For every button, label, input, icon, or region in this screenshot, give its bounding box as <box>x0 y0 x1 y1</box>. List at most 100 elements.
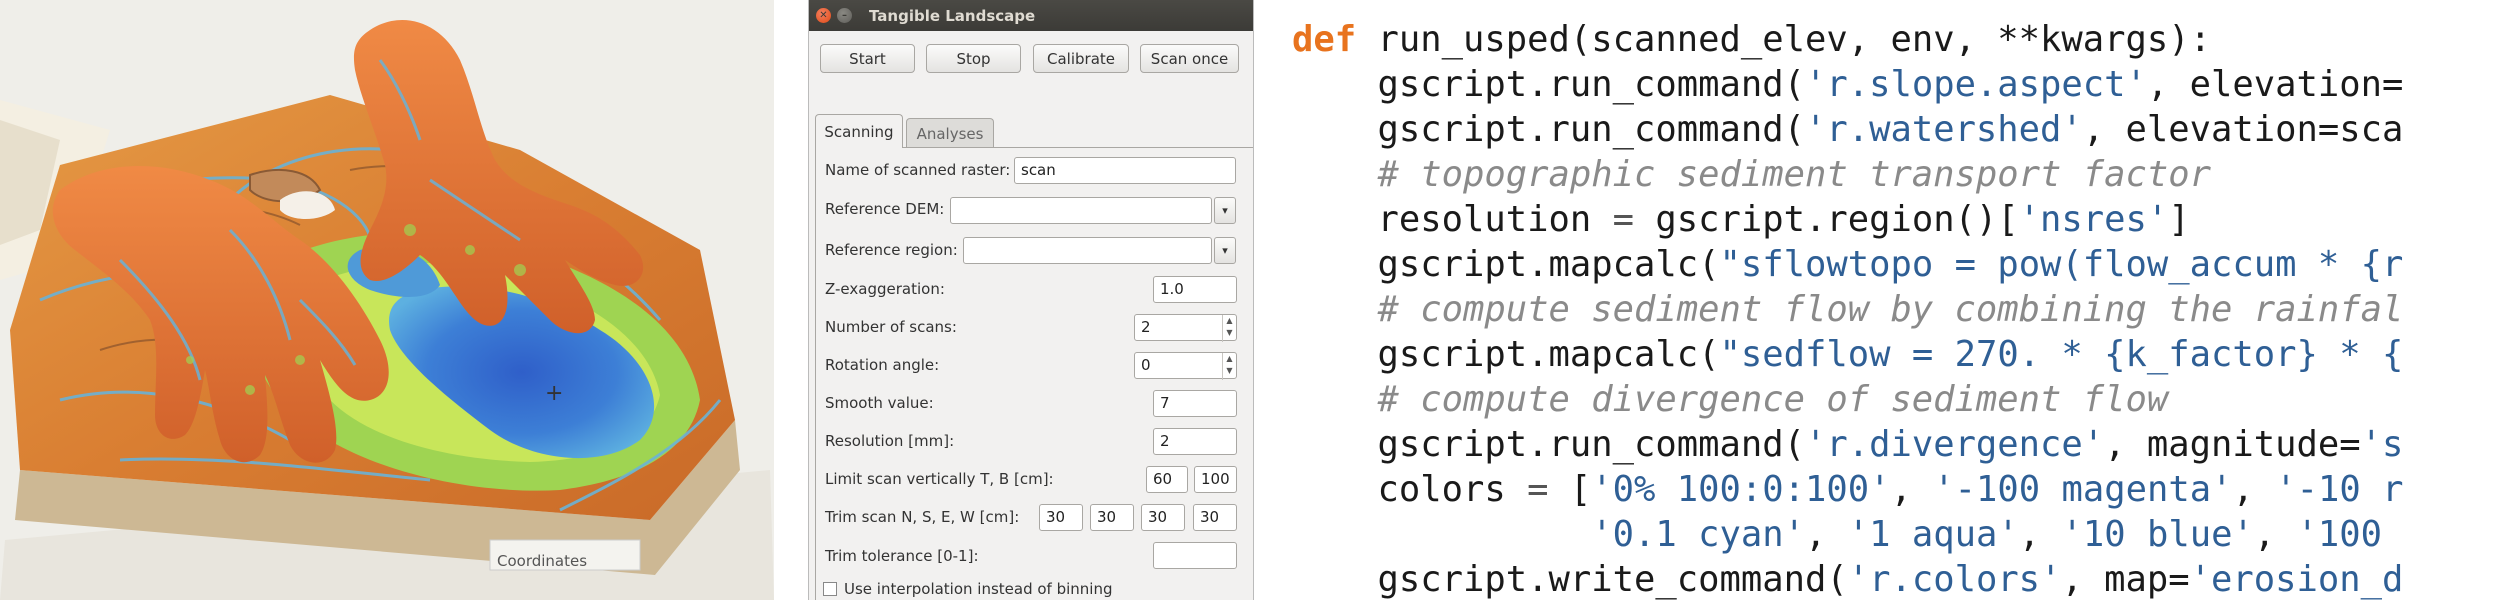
code-line: gscript.run_command('r.divergence', magn… <box>1292 422 2403 467</box>
code-comment: # topographic sediment transport factor <box>1292 154 2212 195</box>
code-text: , map= <box>2061 559 2190 600</box>
code-string: 'r.colors' <box>1847 559 2062 600</box>
code-string: 'r.watershed' <box>1804 109 2083 150</box>
code-text: run_usped(scanned_elev, env, **kwargs): <box>1356 19 2212 60</box>
trim-tolerance-input[interactable] <box>1153 542 1237 569</box>
resolution-label: Resolution [mm]: <box>825 432 955 450</box>
minimize-window-button[interactable]: – <box>837 8 852 23</box>
limit-scan-top-input[interactable]: 60 <box>1146 466 1188 493</box>
code-line: # compute sediment flow by combining the… <box>1292 287 2403 332</box>
calibrate-button[interactable]: Calibrate <box>1033 44 1129 73</box>
trim-scan-west-input[interactable]: 30 <box>1193 504 1237 531</box>
resolution-input[interactable]: 2 <box>1153 428 1237 455</box>
code-text: gscript.write_command( <box>1292 559 1848 600</box>
code-text: , <box>2018 514 2062 555</box>
code-string: 'nsres' <box>2018 199 2169 240</box>
scanned-raster-input[interactable]: scan <box>1014 157 1236 184</box>
z-exaggeration-label: Z-exaggeration: <box>825 280 945 298</box>
code-string: '-10 r <box>2275 469 2404 510</box>
code-string: 'r.divergence' <box>1804 424 2105 465</box>
interpolation-checkbox[interactable] <box>823 582 837 596</box>
code-line: gscript.mapcalc("sedflow = 270. * {k_fac… <box>1292 332 2403 377</box>
tab-scanning[interactable]: Scanning <box>815 114 903 148</box>
limit-scan-bottom-input[interactable]: 100 <box>1194 466 1237 493</box>
code-string: 'erosion_d <box>2189 559 2404 600</box>
code-text: gscript.mapcalc( <box>1292 334 1720 375</box>
code-text: gscript.mapcalc( <box>1292 244 1720 285</box>
code-string: '10 blue' <box>2061 514 2254 555</box>
code-line: gscript.run_command('r.watershed', eleva… <box>1292 107 2403 152</box>
coordinates-label: Coordinates <box>497 552 588 570</box>
rotation-angle-label: Rotation angle: <box>825 356 940 374</box>
reference-region-combo[interactable] <box>963 237 1212 264</box>
number-of-scans-value: 2 <box>1141 318 1151 336</box>
spinner-arrows-icon[interactable]: ▲ ▼ <box>1222 315 1236 342</box>
code-comment: # compute divergence of sediment flow <box>1292 379 2169 420</box>
code-line: gscript.mapcalc("sflowtopo = pow(flow_ac… <box>1292 242 2403 287</box>
code-string: "sflowtopo = pow(flow_accum * {r <box>1719 244 2404 285</box>
code-keyword: def <box>1292 19 1357 60</box>
scan-once-button[interactable]: Scan once <box>1140 44 1239 73</box>
code-text: , magnitude= <box>2104 424 2361 465</box>
reference-region-label: Reference region: <box>825 241 958 259</box>
rotation-angle-spinner[interactable]: 0 ▲ ▼ <box>1134 352 1237 380</box>
code-line: # compute divergence of sediment flow <box>1292 377 2168 422</box>
code-text: , elevation=sca <box>2082 109 2404 150</box>
code-line: '0.1 cyan', '1 aqua', '10 blue', '100 <box>1292 512 2382 557</box>
code-text: gscript.run_command( <box>1292 64 1805 105</box>
code-string: '1 aqua' <box>1847 514 2019 555</box>
code-string: '-100 magenta' <box>1933 469 2233 510</box>
reference-dem-label: Reference DEM: <box>825 200 945 218</box>
smooth-value-label: Smooth value: <box>825 394 934 412</box>
rotation-angle-value: 0 <box>1141 356 1151 374</box>
code-text: , <box>1890 469 1934 510</box>
window-title: Tangible Landscape <box>869 7 1036 25</box>
chevron-down-icon: ▾ <box>1222 244 1228 257</box>
trim-scan-north-input[interactable]: 30 <box>1039 504 1083 531</box>
spinner-arrows-icon[interactable]: ▲ ▼ <box>1222 353 1236 380</box>
code-string: 'r.slope.aspect' <box>1804 64 2147 105</box>
code-text: [ <box>1548 469 1592 510</box>
close-window-button[interactable]: ✕ <box>816 8 831 23</box>
chevron-down-icon: ▾ <box>1222 204 1228 217</box>
number-of-scans-spinner[interactable]: 2 ▲ ▼ <box>1134 314 1237 342</box>
smooth-value-input[interactable]: 7 <box>1153 390 1237 417</box>
python-code-listing: def run_usped(scanned_elev, env, **kwarg… <box>1270 0 2500 600</box>
code-text: ] <box>2168 199 2190 240</box>
reference-region-dropdown-button[interactable]: ▾ <box>1214 237 1236 264</box>
scanned-raster-label: Name of scanned raster: <box>825 161 1011 179</box>
code-string: 's <box>2360 424 2404 465</box>
reference-dem-dropdown-button[interactable]: ▾ <box>1214 197 1236 224</box>
code-text: gscript.run_command( <box>1292 424 1805 465</box>
start-button[interactable]: Start <box>820 44 915 73</box>
z-exaggeration-input[interactable]: 1.0 <box>1153 276 1237 303</box>
code-text: = <box>1527 469 1549 510</box>
code-string: '0% 100:0:100' <box>1591 469 1891 510</box>
window-titlebar: ✕ – Tangible Landscape <box>809 0 1253 31</box>
number-of-scans-label: Number of scans: <box>825 318 957 336</box>
code-text: resolution <box>1292 199 1613 240</box>
code-string: "sedflow = 270. * {k_factor} * { <box>1719 334 2404 375</box>
code-text: , elevation= <box>2146 64 2404 105</box>
trim-scan-label: Trim scan N, S, E, W [cm]: <box>825 508 1020 526</box>
code-line: gscript.run_command('r.slope.aspect', el… <box>1292 62 2403 107</box>
code-string: '100 <box>2296 514 2383 555</box>
sand-model-illustration: + <box>0 0 774 600</box>
interpolation-label: Use interpolation instead of binning <box>844 580 1113 598</box>
code-line: colors = ['0% 100:0:100', '-100 magenta'… <box>1292 467 2403 512</box>
stop-button[interactable]: Stop <box>926 44 1021 73</box>
tangible-landscape-window: ✕ – Tangible Landscape Start Stop Calibr… <box>808 0 1254 600</box>
code-text: , <box>1804 514 1848 555</box>
code-text: gscript.run_command( <box>1292 109 1805 150</box>
trim-scan-south-input[interactable]: 30 <box>1090 504 1134 531</box>
trim-scan-east-input[interactable]: 30 <box>1141 504 1185 531</box>
code-text: , <box>2253 514 2297 555</box>
code-line: # topographic sediment transport factor <box>1292 152 2211 197</box>
code-text: gscript.region()[ <box>1633 199 2019 240</box>
code-string: '0.1 cyan' <box>1591 514 1805 555</box>
reference-dem-combo[interactable] <box>950 197 1212 224</box>
minimize-icon: – <box>842 10 847 21</box>
close-icon: ✕ <box>819 10 828 21</box>
tangible-landscape-photo: + Coordinates <box>0 0 774 600</box>
tab-analyses[interactable]: Analyses <box>906 118 994 148</box>
